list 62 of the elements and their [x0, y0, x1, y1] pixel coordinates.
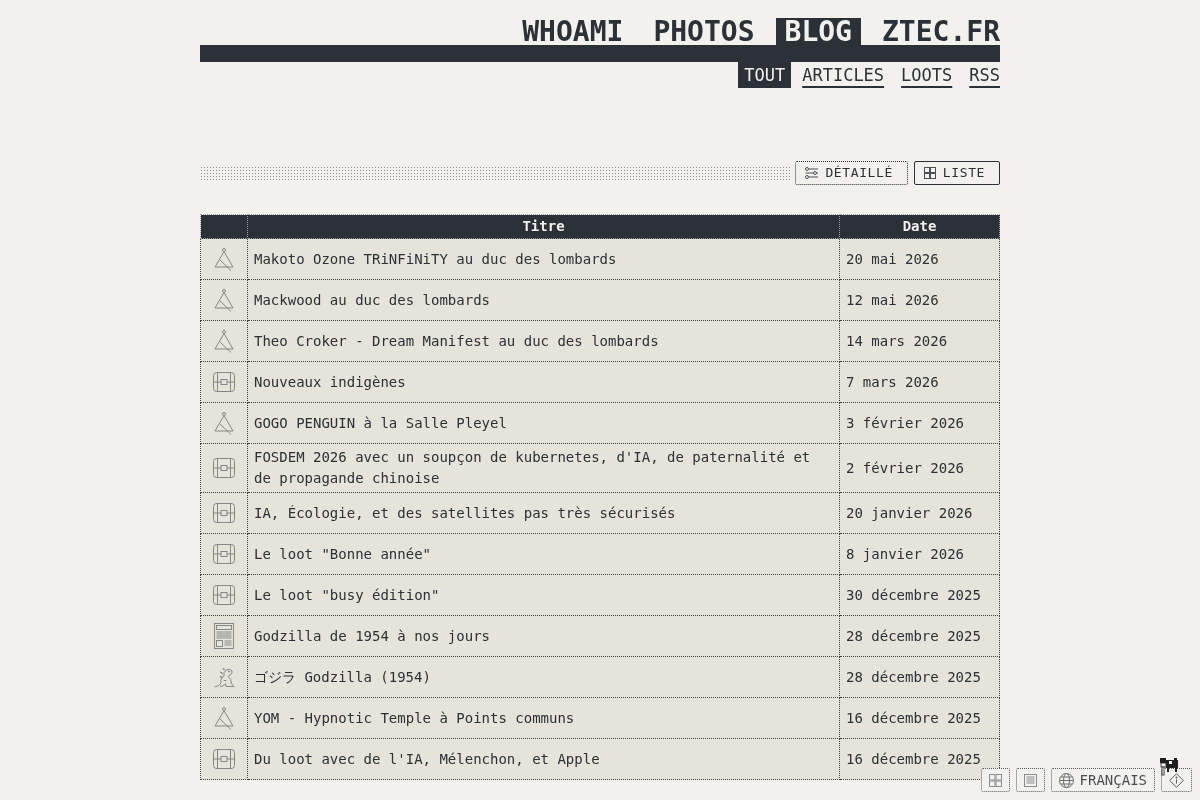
grid-view-button[interactable] — [980, 768, 1010, 792]
subnav-link[interactable]: TOUT — [738, 62, 792, 88]
title-cell: Du loot avec de l'IA, Mélenchon, et Apple — [247, 738, 840, 780]
title-cell: Godzilla de 1954 à nos jours — [247, 615, 840, 657]
list-icon — [1023, 773, 1037, 787]
list-view-button[interactable]: LISTE — [913, 161, 1000, 185]
globe-icon — [1058, 772, 1074, 788]
title-cell: ゴジラ Godzilla (1954) — [247, 656, 840, 698]
info-icon — [1169, 772, 1184, 788]
sliders-icon — [805, 167, 819, 179]
nav-link[interactable]: ZTEC.FR — [873, 18, 1009, 45]
triangle-icon — [214, 411, 234, 435]
grid-icon — [988, 773, 1002, 787]
pixel-animal-icon — [1158, 756, 1180, 776]
title-cell: IA, Écologie, et des satellites pas très sécurisés — [247, 492, 840, 534]
date-cell: 8 janvier 2026 — [839, 533, 1000, 575]
triangle-icon — [214, 329, 234, 353]
nav-link[interactable]: BLOG — [775, 18, 861, 45]
nav-link[interactable]: PHOTOS — [644, 18, 764, 45]
date-cell: 30 décembre 2025 — [839, 574, 1000, 616]
title-cell: YOM - Hypnotic Temple à Points communs — [247, 697, 840, 739]
subnav-link[interactable]: ARTICLES — [796, 62, 891, 88]
title-cell: Mackwood au duc des lombards — [247, 279, 840, 321]
column-header: Date — [839, 214, 1000, 239]
dinosaur-icon — [213, 666, 235, 688]
date-cell: 7 mars 2026 — [839, 361, 1000, 403]
title-cell: GOGO PENGUIN à la Salle Pleyel — [247, 402, 840, 444]
triangle-icon — [214, 247, 234, 271]
detailed-view-button[interactable]: DÉTAILLÉ — [795, 161, 908, 185]
date-cell: 28 décembre 2025 — [839, 656, 1000, 698]
title-cell: Nouveaux indigènes — [247, 361, 840, 403]
newspaper-icon — [214, 623, 234, 649]
title-cell: Theo Croker - Dream Manifest au duc des lombards — [247, 320, 840, 362]
date-cell: 3 février 2026 — [839, 402, 1000, 444]
title-cell: Makoto Ozone TRiNFiNiTY au duc des lombards — [247, 238, 840, 280]
column-header: Titre — [247, 214, 840, 239]
chest-icon — [213, 749, 235, 769]
info-button[interactable] — [1161, 768, 1192, 792]
date-cell: 20 mai 2026 — [839, 238, 1000, 280]
nav-link[interactable]: WHOAMI — [513, 18, 633, 45]
date-cell: 20 janvier 2026 — [839, 492, 1000, 534]
chest-icon — [213, 503, 235, 523]
date-cell: 14 mars 2026 — [839, 320, 1000, 362]
triangle-icon — [214, 706, 234, 730]
grid-icon — [923, 167, 936, 179]
date-cell: 12 mai 2026 — [839, 279, 1000, 321]
chest-icon — [213, 458, 235, 478]
subnav-link[interactable]: LOOTS — [895, 62, 959, 88]
date-cell: 16 décembre 2025 — [839, 738, 1000, 780]
title-cell: Le loot "busy édition" — [247, 574, 840, 616]
chest-icon — [213, 544, 235, 564]
list-view-button[interactable] — [1015, 768, 1045, 792]
date-cell: 28 décembre 2025 — [839, 615, 1000, 657]
language-button[interactable]: FRANÇAIS — [1050, 768, 1155, 792]
subnav-link[interactable]: RSS — [963, 62, 1006, 88]
triangle-icon — [214, 288, 234, 312]
chest-icon — [213, 372, 235, 392]
chest-icon — [213, 585, 235, 605]
date-cell: 2 février 2026 — [839, 443, 1000, 493]
title-cell: Le loot "Bonne année" — [247, 533, 840, 575]
title-cell: FOSDEM 2026 avec un soupçon de kubernetes, d'IA, de paternalité et de propagande chinoise — [247, 443, 840, 493]
date-cell: 16 décembre 2025 — [839, 697, 1000, 739]
